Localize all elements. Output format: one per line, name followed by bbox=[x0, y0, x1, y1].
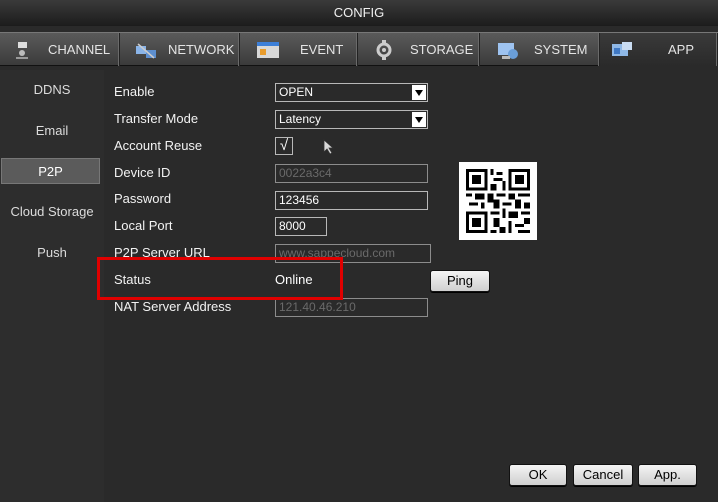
app-icon bbox=[610, 40, 634, 60]
mouse-pointer-icon bbox=[323, 139, 335, 155]
tab-label: NETWORK bbox=[168, 42, 235, 57]
tab-channel[interactable]: CHANNEL bbox=[0, 33, 120, 66]
account-reuse-checkbox[interactable]: √ bbox=[275, 137, 293, 155]
local-port-label: Local Port bbox=[114, 218, 173, 233]
tab-storage[interactable]: STORAGE bbox=[358, 33, 480, 66]
main-tab-bar: CHANNEL NETWORK EVENT STORAGE SYSTEM APP bbox=[0, 32, 718, 66]
enable-value: OPEN bbox=[279, 85, 314, 99]
sidebar-item-push[interactable]: Push bbox=[0, 245, 104, 260]
tab-event[interactable]: EVENT bbox=[240, 33, 358, 66]
tab-label: SYSTEM bbox=[534, 42, 588, 57]
camera-icon bbox=[14, 40, 38, 60]
dropdown-arrow-icon bbox=[412, 112, 426, 127]
enable-label: Enable bbox=[114, 84, 155, 99]
transfer-mode-label: Transfer Mode bbox=[114, 111, 199, 126]
device-id-label: Device ID bbox=[114, 165, 171, 180]
local-port-field[interactable]: 8000 bbox=[275, 217, 327, 236]
system-icon bbox=[496, 40, 520, 60]
enable-select[interactable]: OPEN bbox=[275, 83, 428, 102]
sidebar-item-ddns[interactable]: DDNS bbox=[0, 82, 104, 97]
sidebar-item-cloud-storage[interactable]: Cloud Storage bbox=[0, 204, 104, 219]
window-title: CONFIG bbox=[0, 0, 718, 26]
sidebar-item-p2p[interactable]: P2P bbox=[1, 158, 100, 184]
nat-server-address-label: NAT Server Address bbox=[114, 299, 232, 314]
qr-code bbox=[459, 162, 537, 240]
ping-button[interactable]: Ping bbox=[430, 270, 490, 292]
storage-icon bbox=[372, 39, 396, 60]
ok-button[interactable]: OK bbox=[509, 464, 567, 486]
tab-label: APP bbox=[668, 42, 695, 57]
device-id-field: 0022a3c4 bbox=[275, 164, 428, 183]
tab-label: EVENT bbox=[300, 42, 344, 57]
event-icon bbox=[256, 40, 280, 60]
tab-system[interactable]: SYSTEM bbox=[480, 33, 600, 66]
tab-network[interactable]: NETWORK bbox=[120, 33, 240, 66]
tab-label: CHANNEL bbox=[48, 42, 111, 57]
transfer-mode-value: Latency bbox=[279, 112, 322, 126]
account-reuse-label: Account Reuse bbox=[114, 138, 203, 153]
network-icon bbox=[134, 40, 158, 60]
dropdown-arrow-icon bbox=[412, 85, 426, 100]
sidebar: DDNS Email P2P Cloud Storage Push bbox=[0, 70, 104, 502]
sidebar-item-email[interactable]: Email bbox=[0, 123, 104, 138]
apply-button[interactable]: App. bbox=[638, 464, 697, 486]
transfer-mode-select[interactable]: Latency bbox=[275, 110, 428, 129]
status-highlight-box bbox=[97, 257, 343, 300]
password-field[interactable]: 123456 bbox=[275, 191, 428, 210]
tab-app[interactable]: APP bbox=[600, 33, 718, 66]
password-label: Password bbox=[114, 191, 172, 206]
nat-server-address-field: 121.40.46.210 bbox=[275, 298, 428, 317]
cancel-button[interactable]: Cancel bbox=[573, 464, 633, 486]
tab-label: STORAGE bbox=[410, 42, 474, 57]
